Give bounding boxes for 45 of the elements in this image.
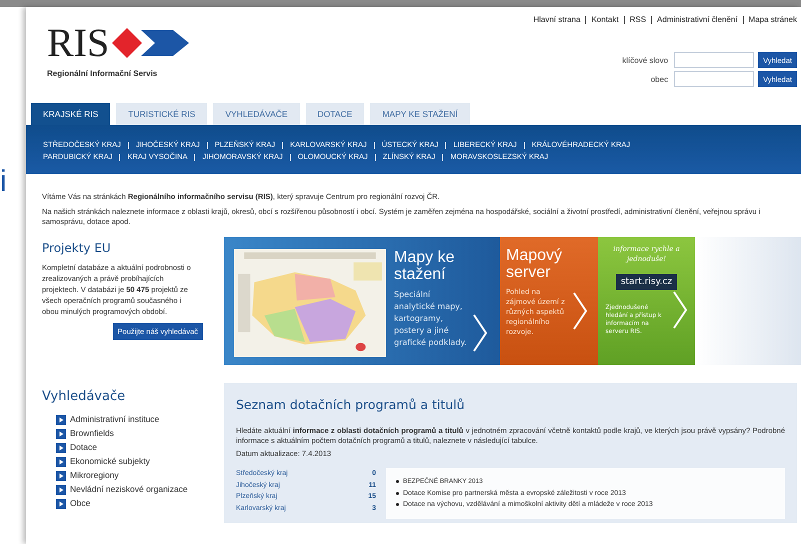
nav-tab[interactable]: MAPY KE STAŽENÍ (370, 103, 470, 125)
section-title: Projekty EU (42, 241, 112, 255)
play-icon (56, 428, 66, 438)
finder-link[interactable]: Obce (70, 498, 90, 509)
bullet-icon (396, 503, 399, 506)
chevron-icon (672, 290, 688, 330)
play-icon (56, 442, 66, 452)
finder-link[interactable]: Nevládní neziskové organizace (70, 484, 188, 495)
banner-title: Mapový server (506, 247, 564, 281)
search-field[interactable] (674, 52, 754, 68)
nav-tab[interactable]: TURISTICKÉ RIS (116, 103, 208, 125)
search-label: klíčové slovo (622, 56, 668, 64)
maps-banner[interactable]: Mapy ke stažení Speciální analytické mapy, kartogramy, postery a jiné grafické podklady. (224, 237, 500, 365)
finder-link[interactable]: Brownfields (70, 428, 114, 439)
top-link[interactable]: RSS (630, 15, 646, 24)
chevron-icon (572, 291, 588, 331)
chevron-icon (472, 313, 488, 353)
logo-subtitle: Regionální Informační Servis (47, 69, 158, 78)
play-icon (56, 484, 66, 494)
top-link[interactable]: Mapa stránek (748, 15, 797, 24)
search-field[interactable] (674, 71, 754, 87)
top-link[interactable]: Kontakt (591, 15, 619, 24)
search-label: obec (650, 74, 668, 84)
finder-link[interactable]: Dotace (70, 442, 97, 453)
play-icon (56, 414, 66, 424)
nav-tab[interactable]: KRAJSKÉ RIS (31, 103, 110, 125)
logo-text: RIS (47, 23, 110, 63)
play-icon (56, 456, 66, 466)
top-link[interactable]: Hlavní strana (533, 15, 580, 24)
top-link[interactable]: Administrativní členění (657, 15, 738, 24)
finder-link[interactable]: Ekonomické subjekty (70, 456, 150, 467)
section-title: Seznam dotačních programů a titulů (236, 397, 466, 412)
section-title: Vyhledávače (42, 389, 126, 404)
finder-link[interactable]: Administrativní instituce (70, 414, 160, 425)
bullet-icon (396, 492, 399, 495)
banner-title: Mapy ke stažení (394, 249, 456, 283)
bullet-icon (396, 480, 399, 484)
play-icon (56, 470, 66, 480)
banner-text: Speciální analytické mapy, kartogramy, postery a jiné grafické podklady. (394, 289, 468, 349)
nav-tab[interactable]: DOTACE (306, 103, 364, 125)
finder-link[interactable]: Mikroregiony (70, 470, 119, 481)
play-icon (56, 498, 66, 508)
nav-tab[interactable]: VYHLEDÁVAČE (213, 103, 300, 125)
edge-fragment: i (0, 165, 7, 198)
banner-title: start.risy.cz (616, 274, 678, 290)
